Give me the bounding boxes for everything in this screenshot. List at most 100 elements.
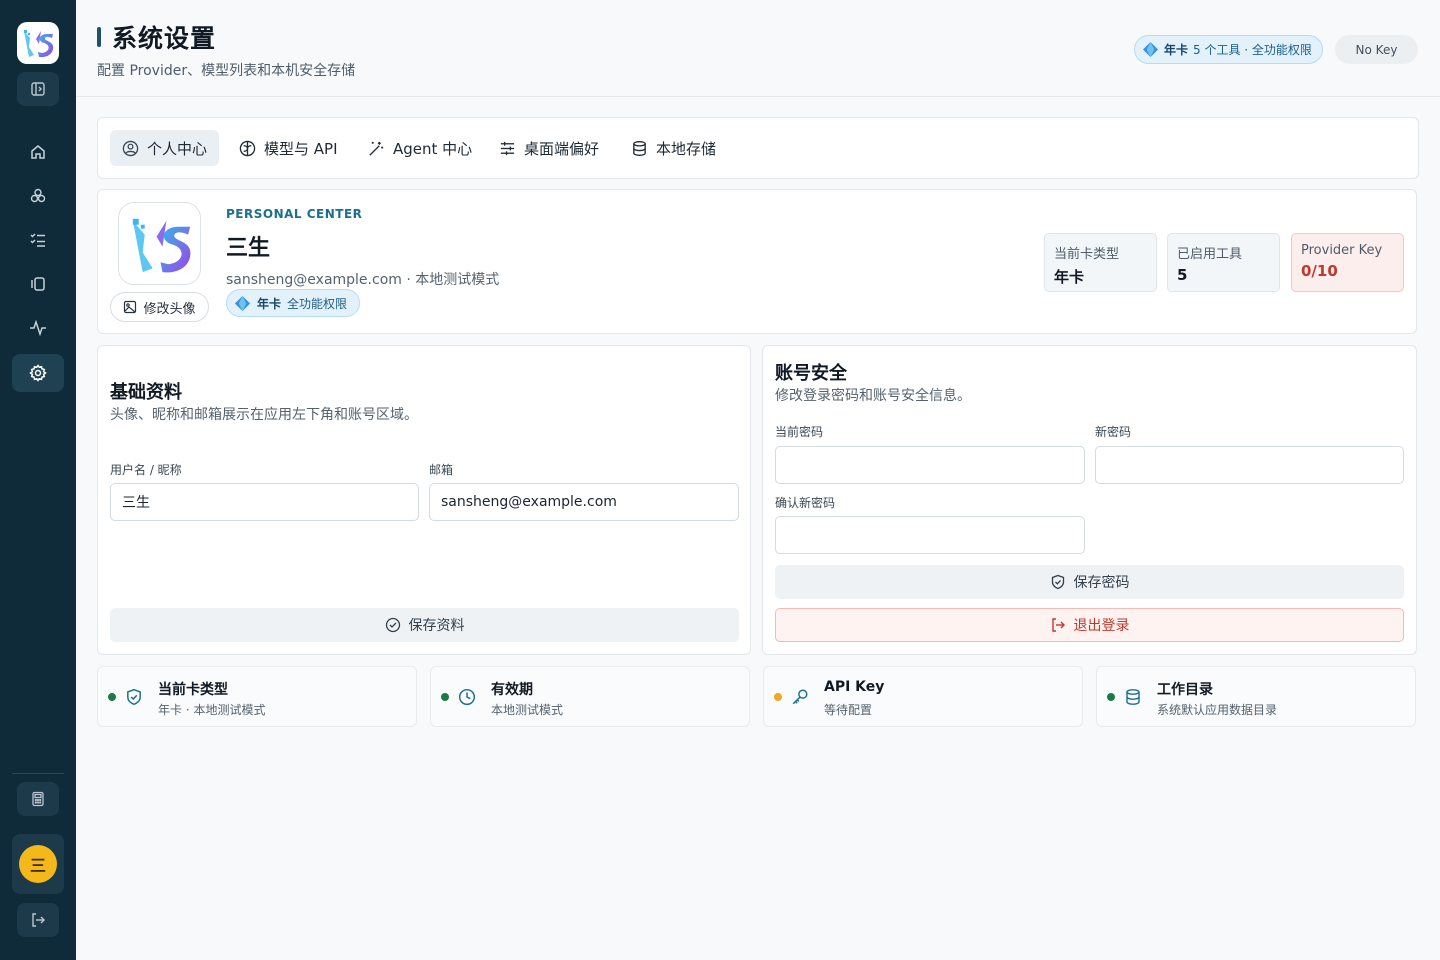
tab-label: 本地存储 bbox=[656, 139, 717, 158]
sliders-icon bbox=[499, 140, 516, 157]
tab-personal-center[interactable]: 个人中心 bbox=[110, 130, 220, 166]
logout-sidebar-button[interactable] bbox=[17, 903, 59, 937]
status-dot bbox=[774, 693, 782, 701]
profile-meta: sansheng@example.com · 本地测试模式 bbox=[226, 272, 500, 288]
email-field[interactable] bbox=[429, 483, 739, 521]
sidebar: 三 bbox=[0, 0, 76, 960]
tab-label: 个人中心 bbox=[147, 139, 208, 158]
tab-label: 模型与 API bbox=[264, 139, 338, 158]
image-icon bbox=[123, 300, 137, 314]
user-circle-icon bbox=[122, 140, 139, 157]
status-dot bbox=[108, 693, 116, 701]
username-input[interactable] bbox=[110, 483, 419, 521]
stat-label: 当前卡类型 bbox=[1054, 247, 1120, 262]
checklist-icon bbox=[29, 231, 47, 249]
tab-label: 桌面端偏好 bbox=[524, 139, 600, 158]
database-icon bbox=[1124, 688, 1142, 706]
stat-label: Provider Key bbox=[1301, 243, 1383, 258]
calculator-icon bbox=[30, 791, 46, 807]
diamond-icon bbox=[1142, 41, 1159, 58]
sidebar-item-cards[interactable] bbox=[12, 265, 64, 303]
profile-name: 三生 bbox=[226, 236, 271, 261]
status-validity: 有效期 本地测试模式 bbox=[430, 666, 750, 727]
confirm-password-field[interactable] bbox=[775, 516, 1085, 554]
sidebar-item-settings[interactable] bbox=[12, 354, 64, 392]
home-icon bbox=[29, 143, 47, 161]
status-title: API Key bbox=[824, 679, 885, 695]
tab-models-api[interactable]: 模型与 API bbox=[227, 130, 350, 166]
change-avatar-label: 修改头像 bbox=[143, 301, 196, 317]
section-description: 修改登录密码和账号安全信息。 bbox=[775, 388, 971, 404]
status-dot bbox=[1107, 693, 1115, 701]
diamond-icon bbox=[234, 295, 251, 312]
title-accent-bar bbox=[97, 27, 101, 47]
save-password-button[interactable]: 保存密码 bbox=[775, 565, 1404, 599]
shield-check-icon bbox=[1050, 574, 1066, 590]
app-logo[interactable] bbox=[17, 22, 59, 64]
plan-badge: 年卡 全功能权限 bbox=[226, 289, 361, 317]
status-title: 当前卡类型 bbox=[158, 682, 228, 698]
key-icon bbox=[791, 688, 809, 706]
tab-agent-center[interactable]: Agent 中心 bbox=[356, 130, 484, 166]
sidebar-toggle-icon bbox=[30, 81, 46, 97]
database-icon bbox=[631, 140, 648, 157]
basic-info-card: 基础资料 头像、昵称和邮箱展示在应用左下角和账号区域。 用户名 / 昵称 邮箱 … bbox=[97, 345, 751, 655]
plan-badge[interactable]: 年卡 5 个工具 · 全功能权限 bbox=[1134, 35, 1323, 64]
stat-enabled-tools: 已启用工具 5 bbox=[1167, 233, 1280, 292]
stat-value: 5 bbox=[1177, 266, 1188, 284]
profile-avatar bbox=[118, 202, 201, 285]
fox-logo-icon bbox=[24, 30, 54, 58]
tab-desktop-preferences[interactable]: 桌面端偏好 bbox=[487, 130, 611, 166]
status-work-dir: 工作目录 系统默认应用数据目录 bbox=[1096, 666, 1416, 727]
stat-value: 年卡 bbox=[1054, 268, 1085, 286]
status-title: 工作目录 bbox=[1157, 682, 1213, 698]
collapse-sidebar-button[interactable] bbox=[17, 72, 59, 106]
settings-tabs: 个人中心 模型与 API Agent 中心 桌面端偏好 本地存储 bbox=[97, 117, 1419, 179]
section-eyebrow: PERSONAL CENTER bbox=[226, 207, 363, 221]
page-title: 系统设置 bbox=[112, 24, 217, 53]
gear-icon bbox=[29, 364, 47, 382]
stat-label: 已启用工具 bbox=[1177, 247, 1243, 262]
avatar: 三 bbox=[19, 845, 57, 883]
calculator-button[interactable] bbox=[17, 782, 59, 816]
status-subtitle: 年卡 · 本地测试模式 bbox=[158, 703, 266, 717]
plan-detail: 5 个工具 · 全功能权限 bbox=[1193, 43, 1312, 57]
badge-label: 年卡 bbox=[257, 296, 282, 311]
logout-icon bbox=[30, 912, 46, 928]
page-subtitle: 配置 Provider、模型列表和本机安全存储 bbox=[97, 63, 356, 79]
status-subtitle: 系统默认应用数据目录 bbox=[1157, 703, 1278, 717]
account-security-card: 账号安全 修改登录密码和账号安全信息。 当前密码 新密码 确认新密码 保存密码 … bbox=[762, 345, 1417, 655]
email-label: 邮箱 bbox=[429, 463, 454, 477]
sidebar-divider bbox=[12, 773, 64, 774]
section-title: 基础资料 bbox=[110, 382, 182, 403]
profile-card: 修改头像 PERSONAL CENTER 三生 sansheng@example… bbox=[97, 189, 1417, 334]
sidebar-item-tasks[interactable] bbox=[12, 221, 64, 259]
current-password-field[interactable] bbox=[775, 446, 1085, 484]
save-password-label: 保存密码 bbox=[1073, 575, 1130, 591]
logout-label: 退出登录 bbox=[1073, 618, 1130, 634]
save-profile-button[interactable]: 保存资料 bbox=[110, 608, 739, 642]
avatar-initial: 三 bbox=[29, 856, 46, 875]
confirm-password-label: 确认新密码 bbox=[775, 496, 836, 510]
status-card-type: 当前卡类型 年卡 · 本地测试模式 bbox=[97, 666, 417, 727]
tab-local-storage[interactable]: 本地存储 bbox=[619, 130, 728, 166]
badge-detail: 全功能权限 bbox=[287, 296, 348, 311]
stat-card-type: 当前卡类型 年卡 bbox=[1044, 233, 1157, 292]
sidebar-item-activity[interactable] bbox=[12, 309, 64, 347]
brain-icon bbox=[239, 140, 256, 157]
stat-provider-key: Provider Key 0/10 bbox=[1291, 233, 1404, 292]
plan-label: 年卡 bbox=[1164, 43, 1189, 57]
key-status-badge[interactable]: No Key bbox=[1335, 35, 1418, 64]
current-password-label: 当前密码 bbox=[775, 425, 824, 439]
new-password-field[interactable] bbox=[1095, 446, 1404, 484]
change-avatar-button[interactable]: 修改头像 bbox=[110, 292, 209, 322]
status-subtitle: 等待配置 bbox=[824, 703, 873, 717]
sidebar-item-apps[interactable] bbox=[12, 177, 64, 215]
magic-wand-icon bbox=[368, 140, 385, 157]
username-label: 用户名 / 昵称 bbox=[110, 463, 182, 477]
section-title: 账号安全 bbox=[775, 363, 847, 384]
user-avatar-button[interactable]: 三 bbox=[12, 834, 64, 894]
status-subtitle: 本地测试模式 bbox=[491, 703, 564, 717]
logout-button[interactable]: 退出登录 bbox=[775, 608, 1404, 642]
sidebar-item-home[interactable] bbox=[12, 133, 64, 171]
